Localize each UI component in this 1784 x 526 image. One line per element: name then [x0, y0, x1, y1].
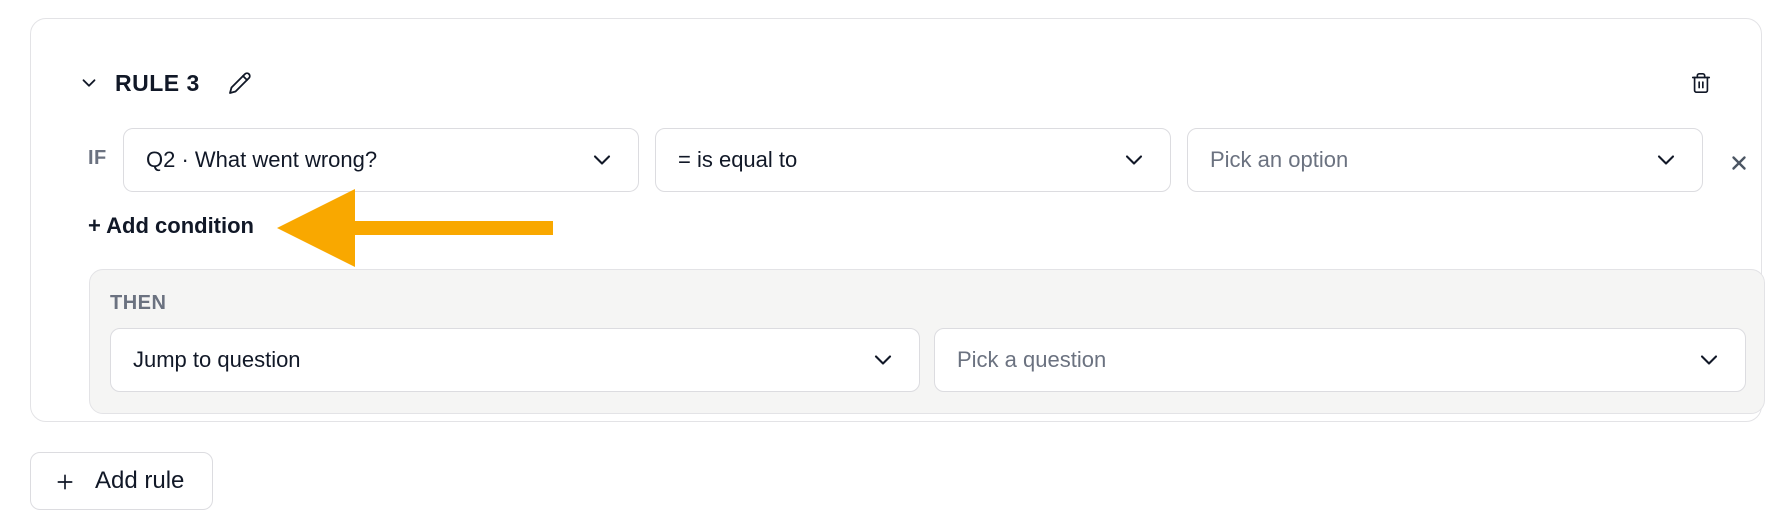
remove-condition-close-icon[interactable] — [1721, 145, 1757, 181]
then-target-select[interactable]: Pick a question — [934, 328, 1746, 392]
plus-icon — [55, 471, 75, 491]
collapse-chevron-icon[interactable] — [71, 65, 107, 101]
rule-title: RULE 3 — [115, 69, 200, 96]
condition-option-placeholder: Pick an option — [1210, 147, 1349, 172]
add-rule-button[interactable]: Add rule — [30, 452, 213, 510]
chevron-down-icon — [1695, 346, 1723, 374]
add-rule-label: Add rule — [95, 467, 185, 494]
then-action-select[interactable]: Jump to question — [110, 328, 920, 392]
logic-rules-page: RULE 3 IF Q2 · What went wrong? = is equ… — [0, 0, 1784, 526]
rule-header: RULE 3 — [71, 47, 1721, 119]
condition-operator-select[interactable]: = is equal to — [655, 128, 1171, 192]
chevron-down-icon — [588, 146, 616, 174]
condition-question-select[interactable]: Q2 · What went wrong? — [123, 128, 639, 192]
then-label: THEN — [110, 292, 167, 314]
chevron-down-icon — [1652, 146, 1680, 174]
condition-option-select[interactable]: Pick an option — [1187, 128, 1703, 192]
condition-operator-value: = is equal to — [678, 147, 798, 172]
then-target-placeholder: Pick a question — [957, 347, 1107, 372]
chevron-down-icon — [869, 346, 897, 374]
add-condition-button[interactable]: + Add condition — [88, 213, 254, 239]
pencil-icon[interactable] — [222, 65, 258, 101]
if-label: IF — [88, 147, 107, 169]
chevron-down-icon — [1120, 146, 1148, 174]
rule-card: RULE 3 IF Q2 · What went wrong? = is equ… — [30, 18, 1765, 422]
trash-icon[interactable] — [1681, 63, 1721, 103]
then-section: THEN Jump to question Pick a question — [89, 269, 1765, 414]
arrow-left-icon — [277, 189, 553, 267]
then-action-value: Jump to question — [133, 347, 301, 372]
condition-question-value: Q2 · What went wrong? — [146, 147, 378, 172]
